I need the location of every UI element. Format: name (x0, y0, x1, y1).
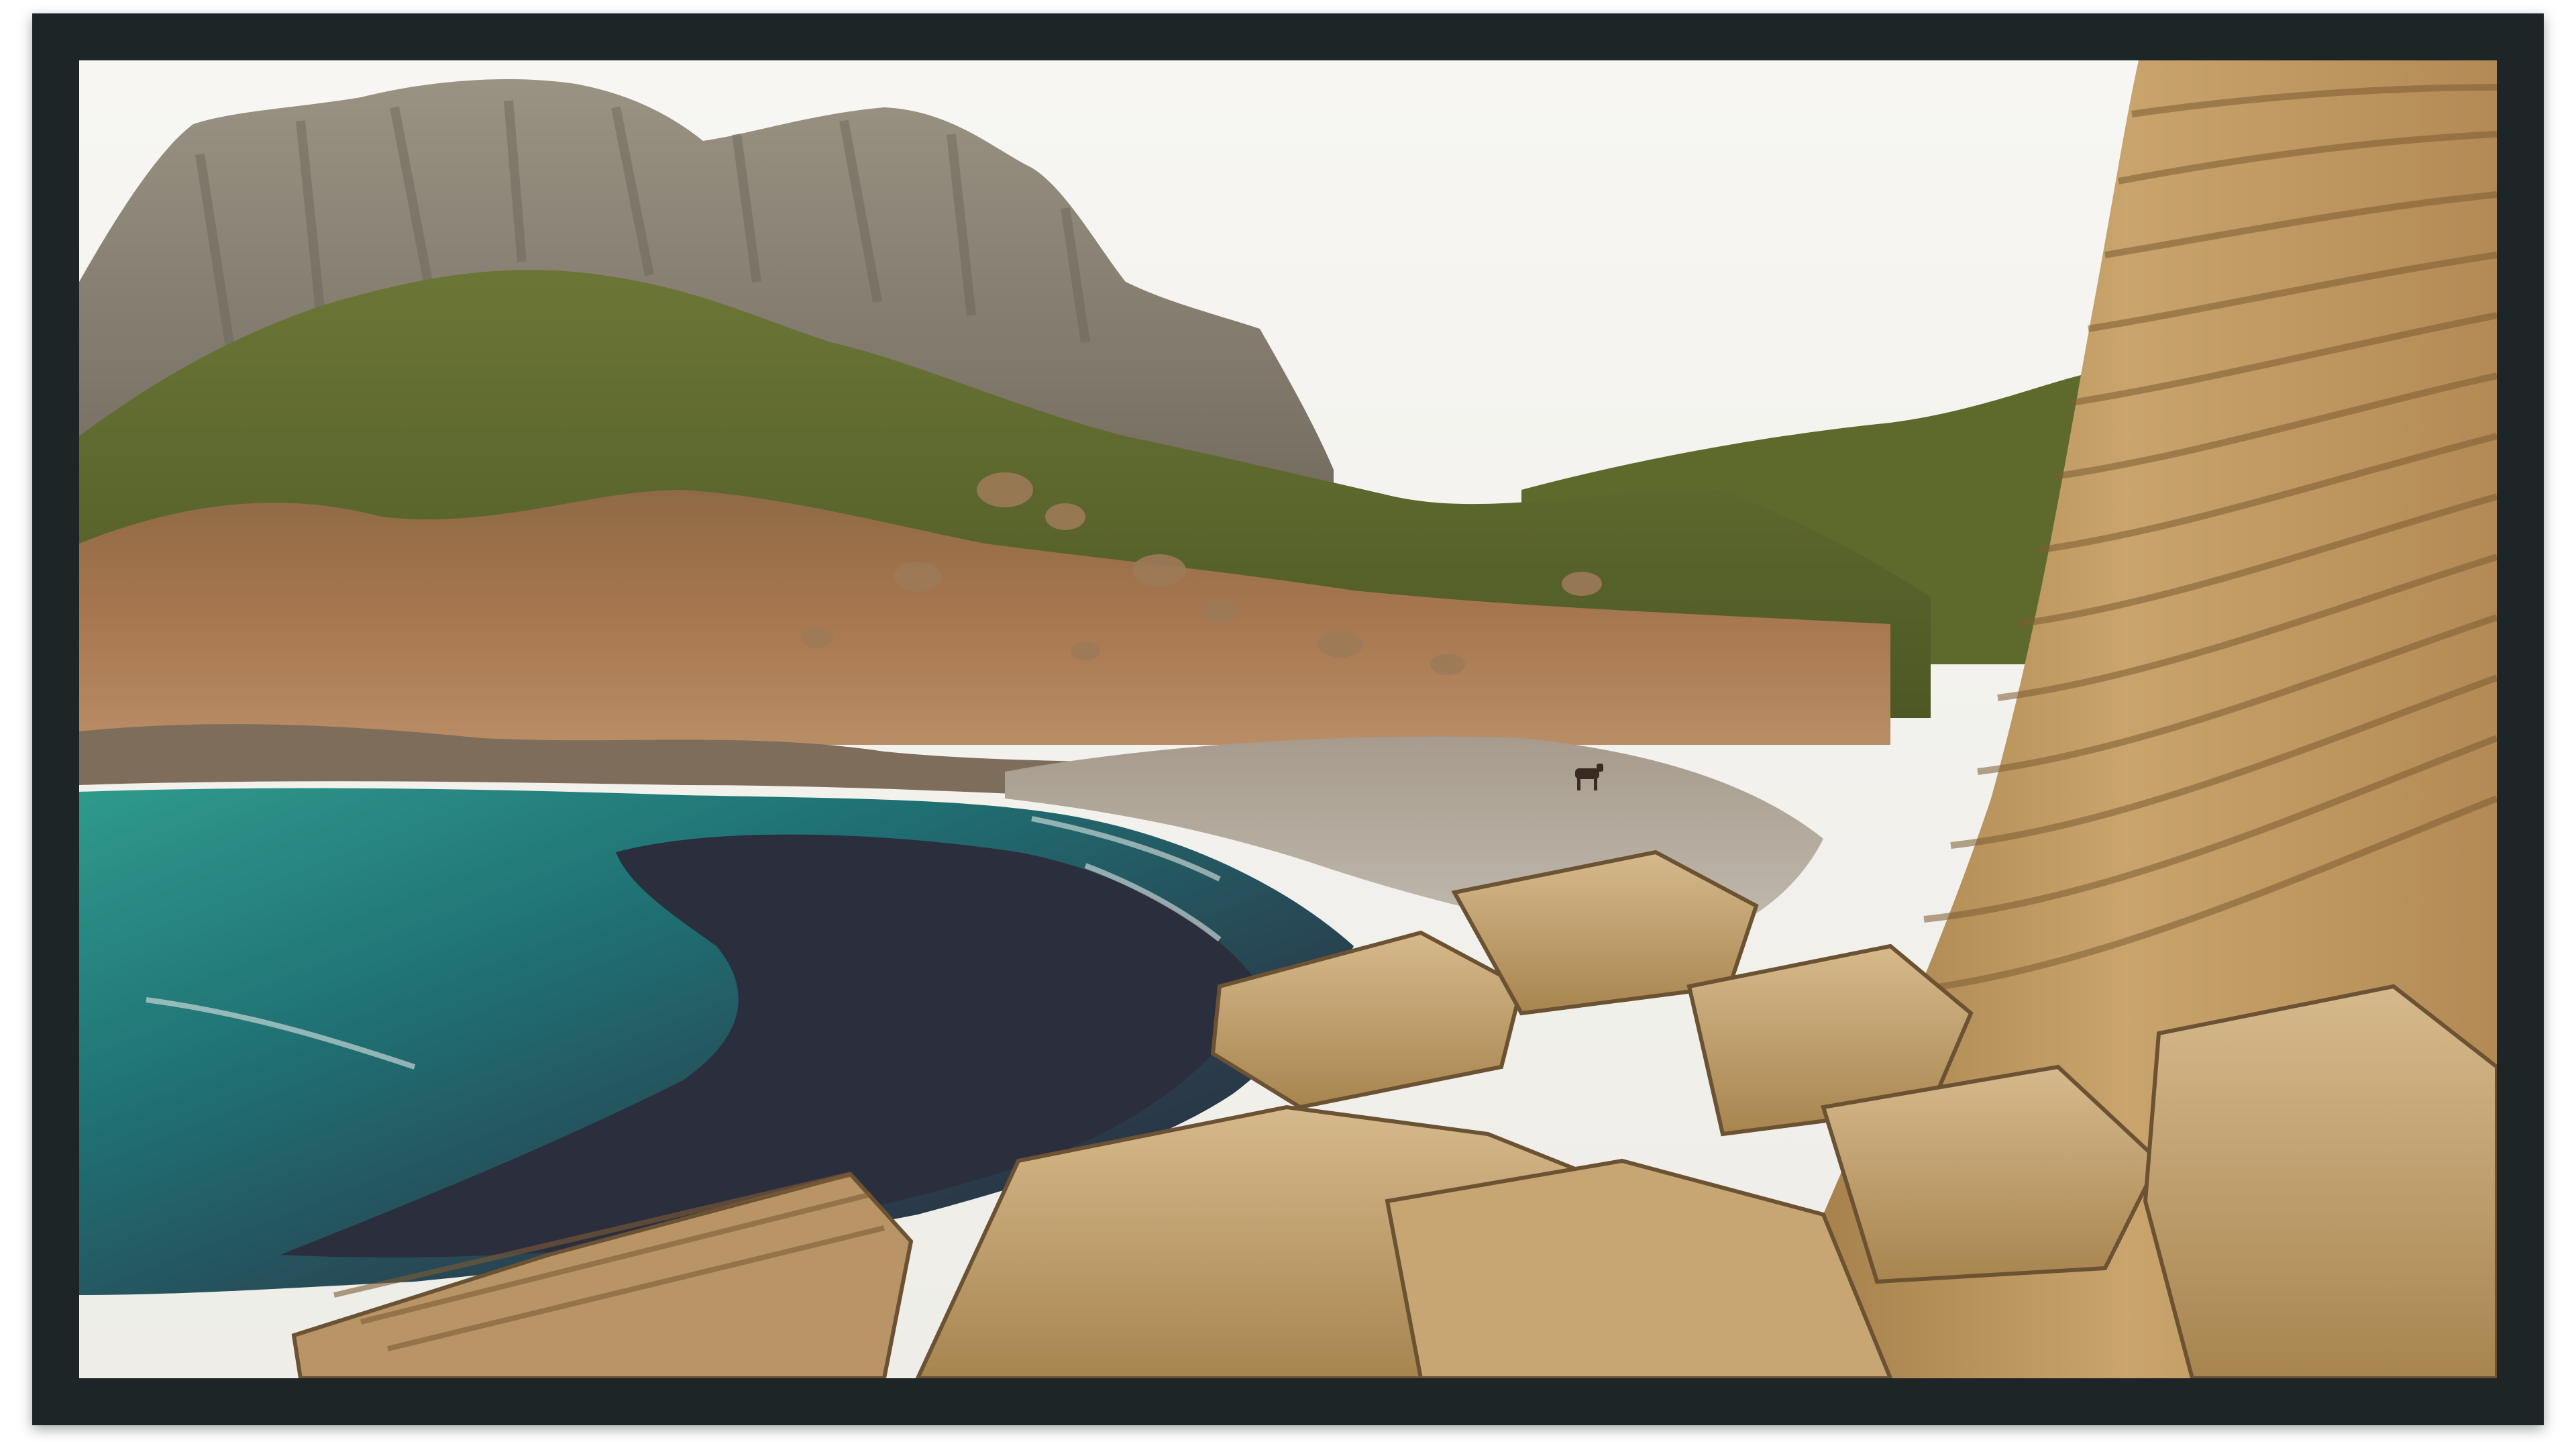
landscape-photo (79, 60, 2497, 1378)
picture-frame (32, 13, 2544, 1425)
landscape-illustration (79, 60, 2497, 1378)
